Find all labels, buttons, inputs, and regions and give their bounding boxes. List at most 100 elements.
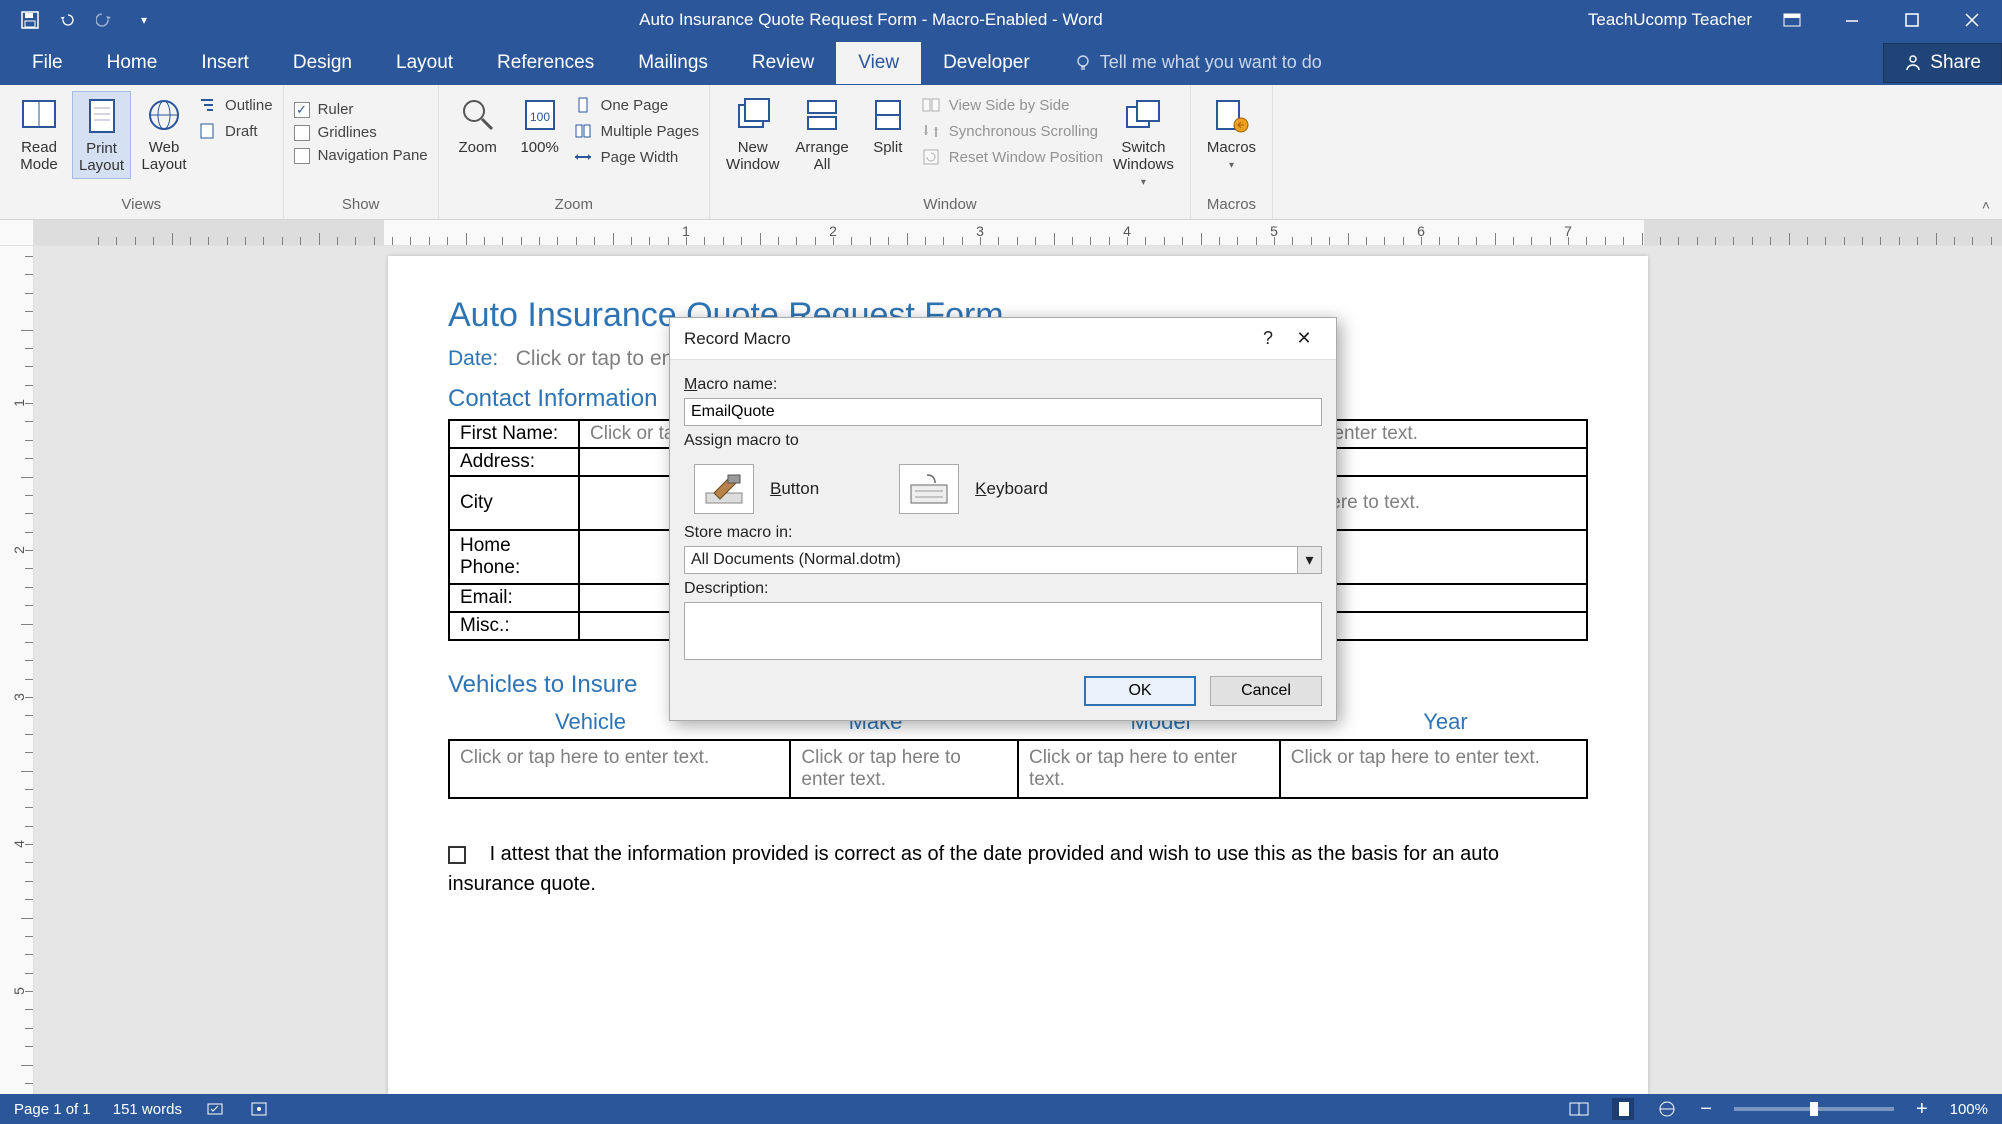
undo-icon[interactable]: [58, 10, 78, 30]
switch-windows-button[interactable]: Switch Windows▾: [1107, 91, 1180, 192]
tell-me-search[interactable]: Tell me what you want to do: [1052, 52, 1322, 73]
arrange-all-icon: [802, 95, 842, 135]
tab-references[interactable]: References: [475, 42, 616, 84]
ribbon-group-macros-label: Macros: [1207, 192, 1256, 219]
reset-window-icon: [921, 147, 941, 167]
store-macro-select[interactable]: All Documents (Normal.dotm) ▾: [684, 546, 1322, 574]
ok-button[interactable]: OK: [1084, 676, 1196, 706]
read-mode-view-icon[interactable]: [1568, 1098, 1590, 1120]
assign-to-keyboard[interactable]: Keyboard: [899, 464, 1048, 514]
tab-mailings[interactable]: Mailings: [616, 42, 730, 84]
ruler-corner: [0, 220, 34, 246]
ribbon-group-views: Read Mode Print Layout Web Layout Outlin…: [0, 85, 284, 219]
account-name[interactable]: TeachUcomp Teacher: [1588, 10, 1762, 30]
redo-icon[interactable]: [96, 10, 116, 30]
ruler-checkbox[interactable]: Ruler: [294, 101, 428, 118]
horizontal-ruler[interactable]: 1234567: [34, 220, 2002, 246]
share-button[interactable]: Share: [1883, 43, 2002, 83]
tab-insert[interactable]: Insert: [179, 42, 271, 84]
label-cell: First Name:: [449, 420, 579, 448]
side-by-side-icon: [921, 95, 941, 115]
hundred-percent-button[interactable]: 100100%: [511, 91, 569, 160]
ribbon-group-window: New Window Arrange All Split View Side b…: [710, 85, 1191, 219]
value-cell[interactable]: Click or tap here to enter text.: [1018, 740, 1280, 798]
draft-icon: [197, 121, 217, 141]
multiple-pages-button[interactable]: Multiple Pages: [573, 121, 699, 141]
tab-view[interactable]: View: [836, 42, 921, 84]
cancel-button[interactable]: Cancel: [1210, 676, 1322, 706]
close-window-icon[interactable]: [1942, 0, 2002, 40]
status-page[interactable]: Page 1 of 1: [14, 1101, 91, 1118]
lightbulb-icon: [1074, 54, 1092, 72]
macro-recording-icon[interactable]: [248, 1098, 270, 1120]
spellcheck-icon[interactable]: [204, 1098, 226, 1120]
read-mode-button[interactable]: Read Mode: [10, 91, 68, 177]
tab-home[interactable]: Home: [85, 42, 180, 84]
title-bar: ▾ Auto Insurance Quote Request Form - Ma…: [0, 0, 2002, 40]
zoom-in-button[interactable]: +: [1916, 1098, 1928, 1121]
macro-name-input[interactable]: [684, 398, 1322, 426]
macros-button[interactable]: Macros▾: [1201, 91, 1262, 175]
share-label: Share: [1930, 52, 1981, 74]
synchronous-scrolling-button[interactable]: Synchronous Scrolling: [921, 121, 1103, 141]
ribbon-tabs: File Home Insert Design Layout Reference…: [0, 40, 2002, 85]
page-width-icon: [573, 147, 593, 167]
arrange-all-button[interactable]: Arrange All: [789, 91, 854, 177]
new-window-button[interactable]: New Window: [720, 91, 785, 177]
keyboard-icon: [899, 464, 959, 514]
zoom-slider[interactable]: [1734, 1107, 1894, 1111]
label-cell: City: [449, 476, 579, 530]
status-words[interactable]: 151 words: [113, 1101, 182, 1118]
tab-review[interactable]: Review: [730, 42, 836, 84]
web-layout-view-icon[interactable]: [1656, 1098, 1678, 1120]
web-layout-icon: [144, 95, 184, 135]
collapse-ribbon-icon[interactable]: ˄: [1982, 197, 1990, 213]
page-width-button[interactable]: Page Width: [573, 147, 699, 167]
zoom-icon: [458, 95, 498, 135]
zoom-out-button[interactable]: −: [1700, 1098, 1712, 1121]
value-cell[interactable]: Click or tap here to enter text.: [1280, 740, 1587, 798]
attest-checkbox[interactable]: [448, 846, 466, 864]
reset-window-position-button[interactable]: Reset Window Position: [921, 147, 1103, 167]
label-cell: Home Phone:: [449, 530, 579, 584]
value-cell[interactable]: Click or tap here to enter text.: [790, 740, 1018, 798]
chevron-down-icon[interactable]: ▾: [1298, 546, 1322, 574]
navigation-pane-checkbox[interactable]: Navigation Pane: [294, 147, 428, 164]
ribbon-group-views-label: Views: [121, 192, 161, 219]
web-layout-button[interactable]: Web Layout: [135, 91, 193, 177]
gridlines-checkbox[interactable]: Gridlines: [294, 124, 428, 141]
split-button[interactable]: Split: [859, 91, 917, 160]
print-layout-icon: [82, 96, 122, 136]
qat-customize-icon[interactable]: ▾: [134, 10, 154, 30]
outline-button[interactable]: Outline: [197, 95, 273, 115]
save-icon[interactable]: [20, 10, 40, 30]
tab-layout[interactable]: Layout: [374, 42, 475, 84]
zoom-percent[interactable]: 100%: [1950, 1101, 1988, 1118]
tab-file[interactable]: File: [10, 42, 85, 84]
view-side-by-side-button[interactable]: View Side by Side: [921, 95, 1103, 115]
print-layout-button[interactable]: Print Layout: [72, 91, 131, 179]
minimize-icon[interactable]: [1822, 0, 1882, 40]
print-layout-view-icon[interactable]: [1612, 1098, 1634, 1120]
zoom-button[interactable]: Zoom: [449, 91, 507, 160]
value-cell[interactable]: Click or tap here to enter text.: [449, 740, 790, 798]
tab-developer[interactable]: Developer: [921, 42, 1052, 84]
description-label: Description:: [684, 580, 1322, 598]
dialog-help-icon[interactable]: ?: [1250, 328, 1286, 349]
draft-button[interactable]: Draft: [197, 121, 273, 141]
attestation-line: I attest that the information provided i…: [448, 839, 1588, 899]
description-textarea[interactable]: [684, 602, 1322, 660]
vertical-ruler[interactable]: 12345: [0, 246, 34, 1094]
read-mode-icon: [19, 95, 59, 135]
tab-design[interactable]: Design: [271, 42, 374, 84]
dialog-close-icon[interactable]: ✕: [1286, 328, 1322, 349]
dialog-titlebar: Record Macro ? ✕: [670, 318, 1336, 360]
assign-to-button[interactable]: Button: [694, 464, 819, 514]
ribbon-display-icon[interactable]: [1762, 0, 1822, 40]
attest-text: I attest that the information provided i…: [448, 843, 1499, 895]
status-bar: Page 1 of 1 151 words − + 100%: [0, 1094, 2002, 1124]
maximize-icon[interactable]: [1882, 0, 1942, 40]
sync-scroll-icon: [921, 121, 941, 141]
ribbon-group-zoom: Zoom 100100% One Page Multiple Pages Pag…: [439, 85, 710, 219]
one-page-button[interactable]: One Page: [573, 95, 699, 115]
